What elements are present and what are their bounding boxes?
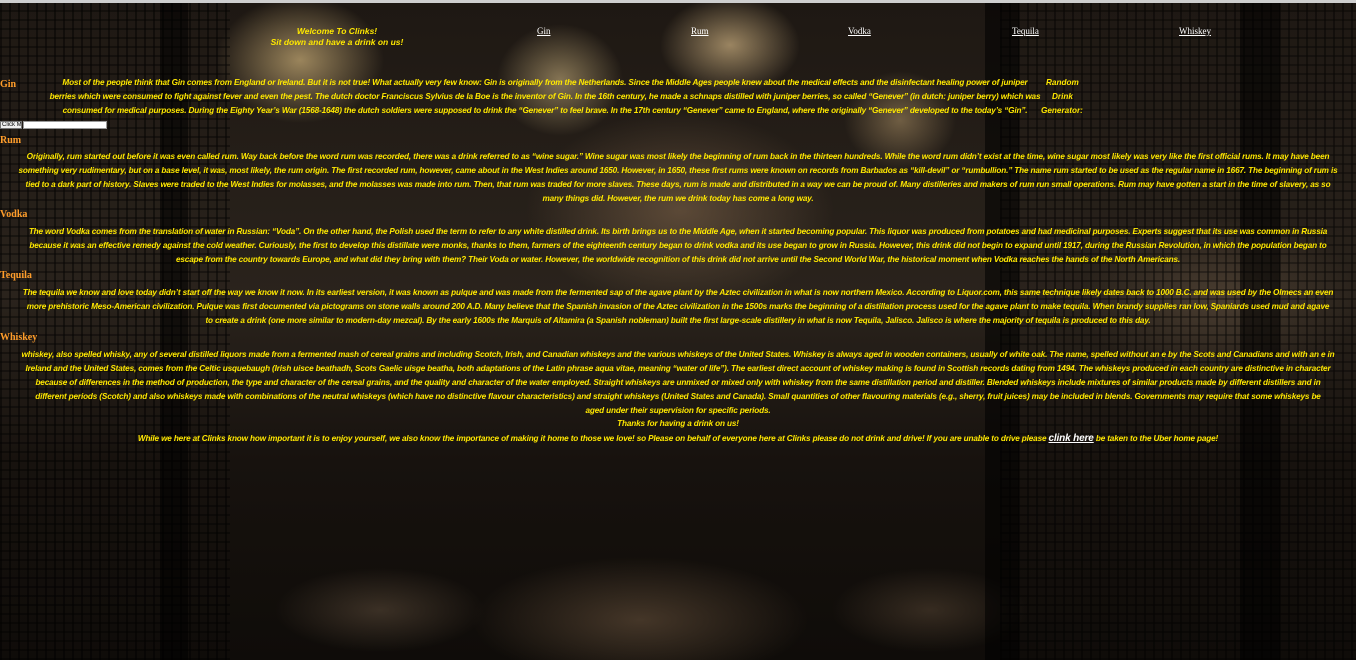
whiskey-line-1: whiskey, also spelled whisky, any of sev…: [21, 350, 1335, 359]
gin-line-2: berries which were consumed to fight aga…: [49, 92, 1041, 101]
welcome-subtitle: Sit down and have a drink on us!: [270, 37, 404, 47]
nav-link-whiskey[interactable]: Whiskey: [1179, 26, 1211, 37]
top-nav: Welcome To Clinks! Sit down and have a d…: [0, 26, 1356, 56]
vodka-line-3: escape from the country towards Europe, …: [175, 255, 1180, 264]
welcome-message: Welcome To Clinks! Sit down and have a d…: [262, 26, 412, 48]
uber-link[interactable]: clink here: [1049, 433, 1094, 444]
whiskey-line-5: aged under their supervision for specifi…: [585, 406, 771, 415]
vodka-heading: Vodka: [0, 209, 28, 220]
whiskey-line-4: different periods (Scotch) and also whis…: [35, 392, 1321, 401]
vodka-line-1: The word Vodka comes from the translatio…: [28, 227, 1328, 236]
generator-label-1: Random: [1046, 78, 1079, 87]
tequila-line-2: more prehistoric Meso-American civilizat…: [26, 302, 1330, 311]
rum-line-3: tied to a dark part of history. Slaves w…: [25, 180, 1331, 189]
nav-link-gin[interactable]: Gin: [537, 26, 551, 37]
nav-link-vodka[interactable]: Vodka: [848, 26, 871, 37]
nav-link-tequila[interactable]: Tequila: [1012, 26, 1039, 37]
generator-label-2: Drink: [1052, 92, 1073, 101]
drink-drive-text-after: be taken to the Uber home page!: [1095, 434, 1219, 443]
rum-line-1: Originally, rum started out before it wa…: [26, 152, 1330, 161]
page-content: Welcome To Clinks! Sit down and have a d…: [0, 0, 1356, 660]
drink-output-field[interactable]: [23, 121, 107, 129]
tequila-line-3: to create a drink (one more similar to m…: [205, 316, 1151, 325]
tequila-line-1: The tequila we know and love today didn’…: [22, 288, 1334, 297]
whiskey-heading: Whiskey: [0, 332, 38, 343]
gin-line-3: consumed for medical purposes. During th…: [62, 106, 1028, 115]
rum-line-2: something very rudimentary, but on a bas…: [18, 166, 1338, 175]
drink-drive-text-before: While we here at Clinks know how importa…: [137, 434, 1047, 443]
nav-link-rum[interactable]: Rum: [691, 26, 709, 37]
welcome-title: Welcome To Clinks!: [296, 26, 378, 36]
vodka-line-2: because it was an effective remedy again…: [29, 241, 1327, 250]
whiskey-line-2: Ireland and the United States, comes fro…: [25, 364, 1331, 373]
click-me-button[interactable]: Click Me: [0, 121, 22, 129]
rum-heading: Rum: [0, 135, 22, 146]
rum-line-4: many things did. However, the rum we dri…: [542, 194, 814, 203]
thanks-message: Thanks for having a drink on us!: [617, 419, 739, 428]
generator-label-3: Generator:: [1041, 106, 1083, 115]
tequila-heading: Tequila: [0, 270, 32, 281]
drink-drive-message: While we here at Clinks know how importa…: [0, 432, 1356, 446]
gin-line-1: Most of the people think that Gin comes …: [62, 78, 1028, 87]
whiskey-line-3: because of differences in the method of …: [35, 378, 1321, 387]
